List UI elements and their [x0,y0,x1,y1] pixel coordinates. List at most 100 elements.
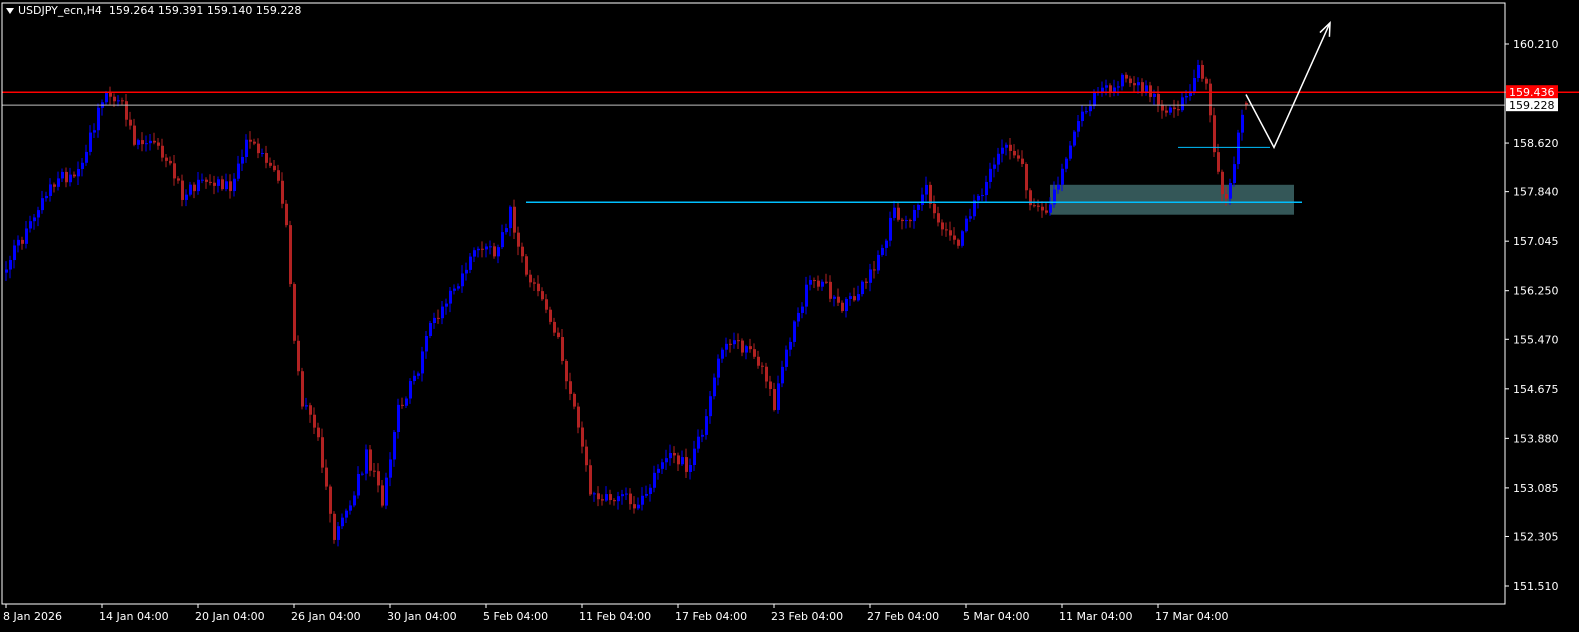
candle-body [797,312,800,322]
candle-body [621,494,624,497]
candle-body [485,246,488,250]
candle-body [633,504,636,509]
candle-body [121,100,124,102]
candle-body [193,184,196,192]
candle-body [297,340,300,372]
candle-body [29,221,32,229]
candle-body [1141,82,1144,94]
candle-body [69,174,72,183]
candle-body [225,181,228,190]
candle-body [777,383,780,410]
candle-body [641,495,644,505]
candle-body [285,203,288,226]
candle-body [89,132,92,152]
candle-body [1241,114,1244,133]
candle-body [889,217,892,241]
candle-body [445,303,448,307]
candle-body [77,168,80,177]
candle-body [929,184,932,204]
demand-zone [1050,184,1294,215]
candle-body [437,317,440,319]
candle-body [721,349,724,359]
candle-body [1021,158,1024,165]
candle-body [289,225,292,285]
candle-body [93,130,96,133]
candle-body [137,140,140,145]
candle-body [257,143,260,154]
candle-body [73,174,76,177]
candle-body [117,100,120,102]
candle-body [729,343,732,345]
candle-body [385,477,388,506]
candle-body [513,206,516,233]
candle-body [605,494,608,501]
candle-body [425,335,428,352]
candle-body [733,340,736,345]
candle-body [793,321,796,342]
candle-body [1081,111,1084,122]
candle-body [277,170,280,181]
candle-body [149,140,152,144]
candle-body [757,356,760,366]
time-tick-label: 17 Feb 04:00 [675,610,747,623]
candle-body [517,232,520,247]
candle-body [869,269,872,283]
current-price-label: 159.228 [1509,99,1555,112]
time-tick-label: 30 Jan 04:00 [387,610,457,623]
candle-body [209,181,212,183]
candle-body [609,494,612,501]
candle-body [933,203,936,214]
candle-body [33,217,36,222]
candle-body [1105,85,1108,88]
candle-body [813,280,816,282]
candle-body [217,179,220,186]
price-tick-label: 154.675 [1513,383,1559,396]
candle-body [725,343,728,350]
candle-body [1085,111,1088,113]
candle-body [145,143,148,145]
candle-body [1149,85,1152,97]
candle-body [829,281,832,299]
candle-body [1109,85,1112,93]
candle-body [1153,93,1156,97]
demand-zone-layer [1050,184,1294,215]
candle-body [989,168,992,182]
candle-body [805,284,808,307]
price-axis: 160.210 158.620 157.840 157.045 156.250 155.4… [1505,38,1559,593]
candle-body [825,281,828,283]
candle-body [1177,109,1180,111]
candle-body [61,171,64,179]
candle-body [685,457,688,472]
candle-body [965,218,968,232]
candle-body [937,213,940,223]
candle-body [753,349,756,357]
candle-body [353,495,356,506]
candle-body [1009,144,1012,151]
candle-body [505,228,508,233]
candle-body [529,274,532,283]
candle-body [549,309,552,322]
candle-body [1001,147,1004,154]
candle-body [893,207,896,218]
candle-body [25,228,28,244]
candle-body [697,436,700,449]
candle-body [1073,131,1076,146]
candle-body [333,513,336,540]
candle-body [573,393,576,407]
candle-body [657,468,660,473]
candle-body [541,291,544,300]
candle-body [589,465,592,495]
candle-body [109,92,112,97]
candle-body [1233,164,1236,183]
price-chart[interactable]: 160.210 158.620 157.840 157.045 156.250 155.4… [0,0,1579,632]
candle-body [461,273,464,287]
time-tick-label: 26 Jan 04:00 [291,610,361,623]
time-tick-label: 20 Jan 04:00 [195,610,265,623]
candle-body [1229,182,1232,199]
projection-path [1245,22,1331,150]
candle-body [585,446,588,466]
projection-layer [1245,20,1331,150]
candle-body [1225,194,1228,199]
candle-body [873,269,876,271]
candle-body [569,381,572,394]
